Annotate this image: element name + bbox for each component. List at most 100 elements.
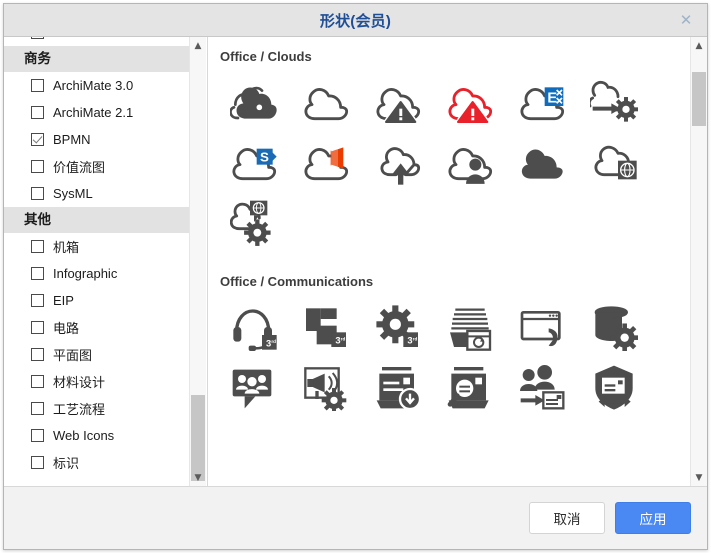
people-chat-icon[interactable]	[218, 357, 290, 417]
cloud-exchange-icon[interactable]: E	[506, 72, 578, 132]
shape-preview-panel: Office / Clouds E S Office / Communications…	[207, 37, 707, 486]
sidebar-item-archimate-2-1[interactable]: ArchiMate 2.1	[4, 99, 189, 126]
headset-3rd-icon[interactable]: 3rd	[218, 297, 290, 357]
people-message-icon[interactable]	[506, 357, 578, 417]
svg-text:S: S	[260, 149, 269, 164]
sidebar-item-label: 价值流图	[53, 160, 106, 175]
checkbox-unchecked[interactable]	[31, 429, 44, 442]
documents-sync-icon[interactable]	[434, 297, 506, 357]
cloud-warning-red-icon[interactable]	[434, 72, 506, 132]
sidebar-item-[interactable]: 材料设计	[4, 368, 189, 395]
sidebar-item-label: Web Icons	[53, 428, 115, 443]
checkbox-unchecked[interactable]	[31, 321, 44, 334]
svg-text:3: 3	[407, 336, 412, 346]
checkbox-unchecked[interactable]	[31, 375, 44, 388]
checkbox-unchecked[interactable]	[31, 37, 44, 39]
dialog-title: 形状(会员)	[319, 12, 392, 30]
sidebar-item-label: ArchiMate 2.1	[53, 105, 134, 120]
sidebar-item-archimate-3-0[interactable]: ArchiMate 3.0	[4, 72, 189, 99]
shape-library-sidebar: Veeam 商务 ArchiMate 3.0 ArchiMate 2.1 BPMN 价值流…	[4, 37, 207, 486]
shapes-dialog: 形状(会员) ✕ Veeam 商务 ArchiMate 3.0 ArchiMate 2…	[3, 3, 708, 550]
sidebar-item-label: 标识	[53, 456, 80, 471]
close-icon[interactable]: ✕	[673, 8, 699, 32]
inbox-search-icon[interactable]	[434, 357, 506, 417]
checkbox-unchecked[interactable]	[31, 294, 44, 307]
section-title: Office / Communications	[220, 274, 374, 289]
sidebar-item-web-icons[interactable]: Web Icons	[4, 422, 189, 449]
sidebar-item-[interactable]: 机箱	[4, 233, 189, 260]
inbox-download-icon[interactable]	[362, 357, 434, 417]
checkbox-unchecked[interactable]	[31, 79, 44, 92]
sidebar-item-label: 材料设计	[53, 375, 106, 390]
sidebar-item-eip[interactable]: EIP	[4, 287, 189, 314]
dialog-body: Veeam 商务 ArchiMate 3.0 ArchiMate 2.1 BPMN 价值流…	[4, 37, 707, 487]
sidebar-item-veeam[interactable]: Veeam	[4, 37, 189, 46]
sidebar-item-bpmn[interactable]: BPMN	[4, 126, 189, 153]
shape-sections: Office / Clouds E S Office / Communications…	[208, 37, 690, 486]
checkbox-unchecked[interactable]	[31, 160, 44, 173]
checkbox-checked[interactable]	[31, 133, 44, 146]
sidebar-item-label: ArchiMate 3.0	[53, 78, 134, 93]
cloud-office-icon[interactable]	[290, 132, 362, 192]
sidebar-item-[interactable]: 电路	[4, 314, 189, 341]
sidebar-scroll-thumb[interactable]	[191, 395, 205, 481]
svg-text:rd: rd	[341, 336, 346, 341]
checkbox-unchecked[interactable]	[31, 240, 44, 253]
sidebar-item-label: EIP	[53, 293, 74, 308]
cloud-filled-icon[interactable]	[506, 132, 578, 192]
cloud-globe-icon[interactable]	[578, 132, 650, 192]
database-gear-icon[interactable]	[578, 297, 650, 357]
cloud-outline-icon[interactable]	[290, 72, 362, 132]
sidebar-item-[interactable]: 工艺流程	[4, 395, 189, 422]
cloud-globe-gear-icon[interactable]	[218, 192, 290, 252]
sidebar-category-header: 商务	[4, 46, 189, 72]
sidebar-scroll-down-icon[interactable]: ▼	[190, 469, 206, 486]
shapes-scroll-up-icon[interactable]: ▲	[691, 37, 707, 54]
shapes-scroll-thumb[interactable]	[692, 71, 706, 126]
window-phone-icon[interactable]	[506, 297, 578, 357]
shape-library-list[interactable]: Veeam 商务 ArchiMate 3.0 ArchiMate 2.1 BPMN 价值流…	[4, 37, 189, 486]
checkbox-unchecked[interactable]	[31, 348, 44, 361]
checkbox-unchecked[interactable]	[31, 106, 44, 119]
megaphone-gear-icon[interactable]	[290, 357, 362, 417]
sidebar-item-infographic[interactable]: Infographic	[4, 260, 189, 287]
svg-text:3: 3	[335, 336, 340, 346]
cloud-warning-icon[interactable]	[362, 72, 434, 132]
sidebar-item-label: 机箱	[53, 240, 80, 255]
svg-text:E: E	[547, 91, 557, 107]
shield-mail-icon[interactable]	[578, 357, 650, 417]
sidebar-item-[interactable]: 平面图	[4, 341, 189, 368]
sidebar-item-label: 工艺流程	[53, 402, 106, 417]
cloud-arrow-gear-icon[interactable]	[578, 72, 650, 132]
checkbox-unchecked[interactable]	[31, 187, 44, 200]
dialog-titlebar: 形状(会员) ✕	[4, 4, 707, 37]
cloud-sharepoint-icon[interactable]: S	[218, 132, 290, 192]
cloud-upload-icon[interactable]	[362, 132, 434, 192]
blocks-3rd-icon[interactable]: 3rd	[290, 297, 362, 357]
gear-3rd-icon[interactable]: 3rd	[362, 297, 434, 357]
section-title: Office / Clouds	[220, 49, 312, 64]
sidebar-scrollbar[interactable]: ▲ ▼	[189, 37, 206, 486]
cloud-user-icon[interactable]	[434, 132, 506, 192]
shapes-scroll-down-icon[interactable]: ▼	[691, 469, 707, 486]
sidebar-item-label: BPMN	[53, 132, 91, 147]
sidebar-item-label: Infographic	[53, 266, 118, 281]
shapes-scrollbar[interactable]: ▲ ▼	[690, 37, 707, 486]
svg-text:rd: rd	[413, 336, 418, 341]
icon-grid: 3rd 3rd 3rd	[218, 297, 678, 417]
sidebar-scroll-up-icon[interactable]: ▲	[190, 37, 206, 54]
sidebar-item-[interactable]: 标识	[4, 449, 189, 476]
dialog-footer: 取消 应用	[4, 487, 707, 549]
checkbox-unchecked[interactable]	[31, 267, 44, 280]
icon-grid: ES	[218, 72, 678, 252]
apply-button[interactable]: 应用	[615, 502, 691, 534]
sidebar-item-[interactable]: 价值流图	[4, 153, 189, 180]
sidebar-item-sysml[interactable]: SysML	[4, 180, 189, 207]
shape-library-list-inner: Veeam 商务 ArchiMate 3.0 ArchiMate 2.1 BPMN 价值流…	[4, 37, 189, 476]
sidebar-item-label: Veeam	[53, 37, 93, 40]
svg-text:rd: rd	[271, 339, 276, 344]
checkbox-unchecked[interactable]	[31, 402, 44, 415]
cancel-button[interactable]: 取消	[529, 502, 605, 534]
checkbox-unchecked[interactable]	[31, 456, 44, 469]
cloud-link-icon[interactable]	[218, 72, 290, 132]
